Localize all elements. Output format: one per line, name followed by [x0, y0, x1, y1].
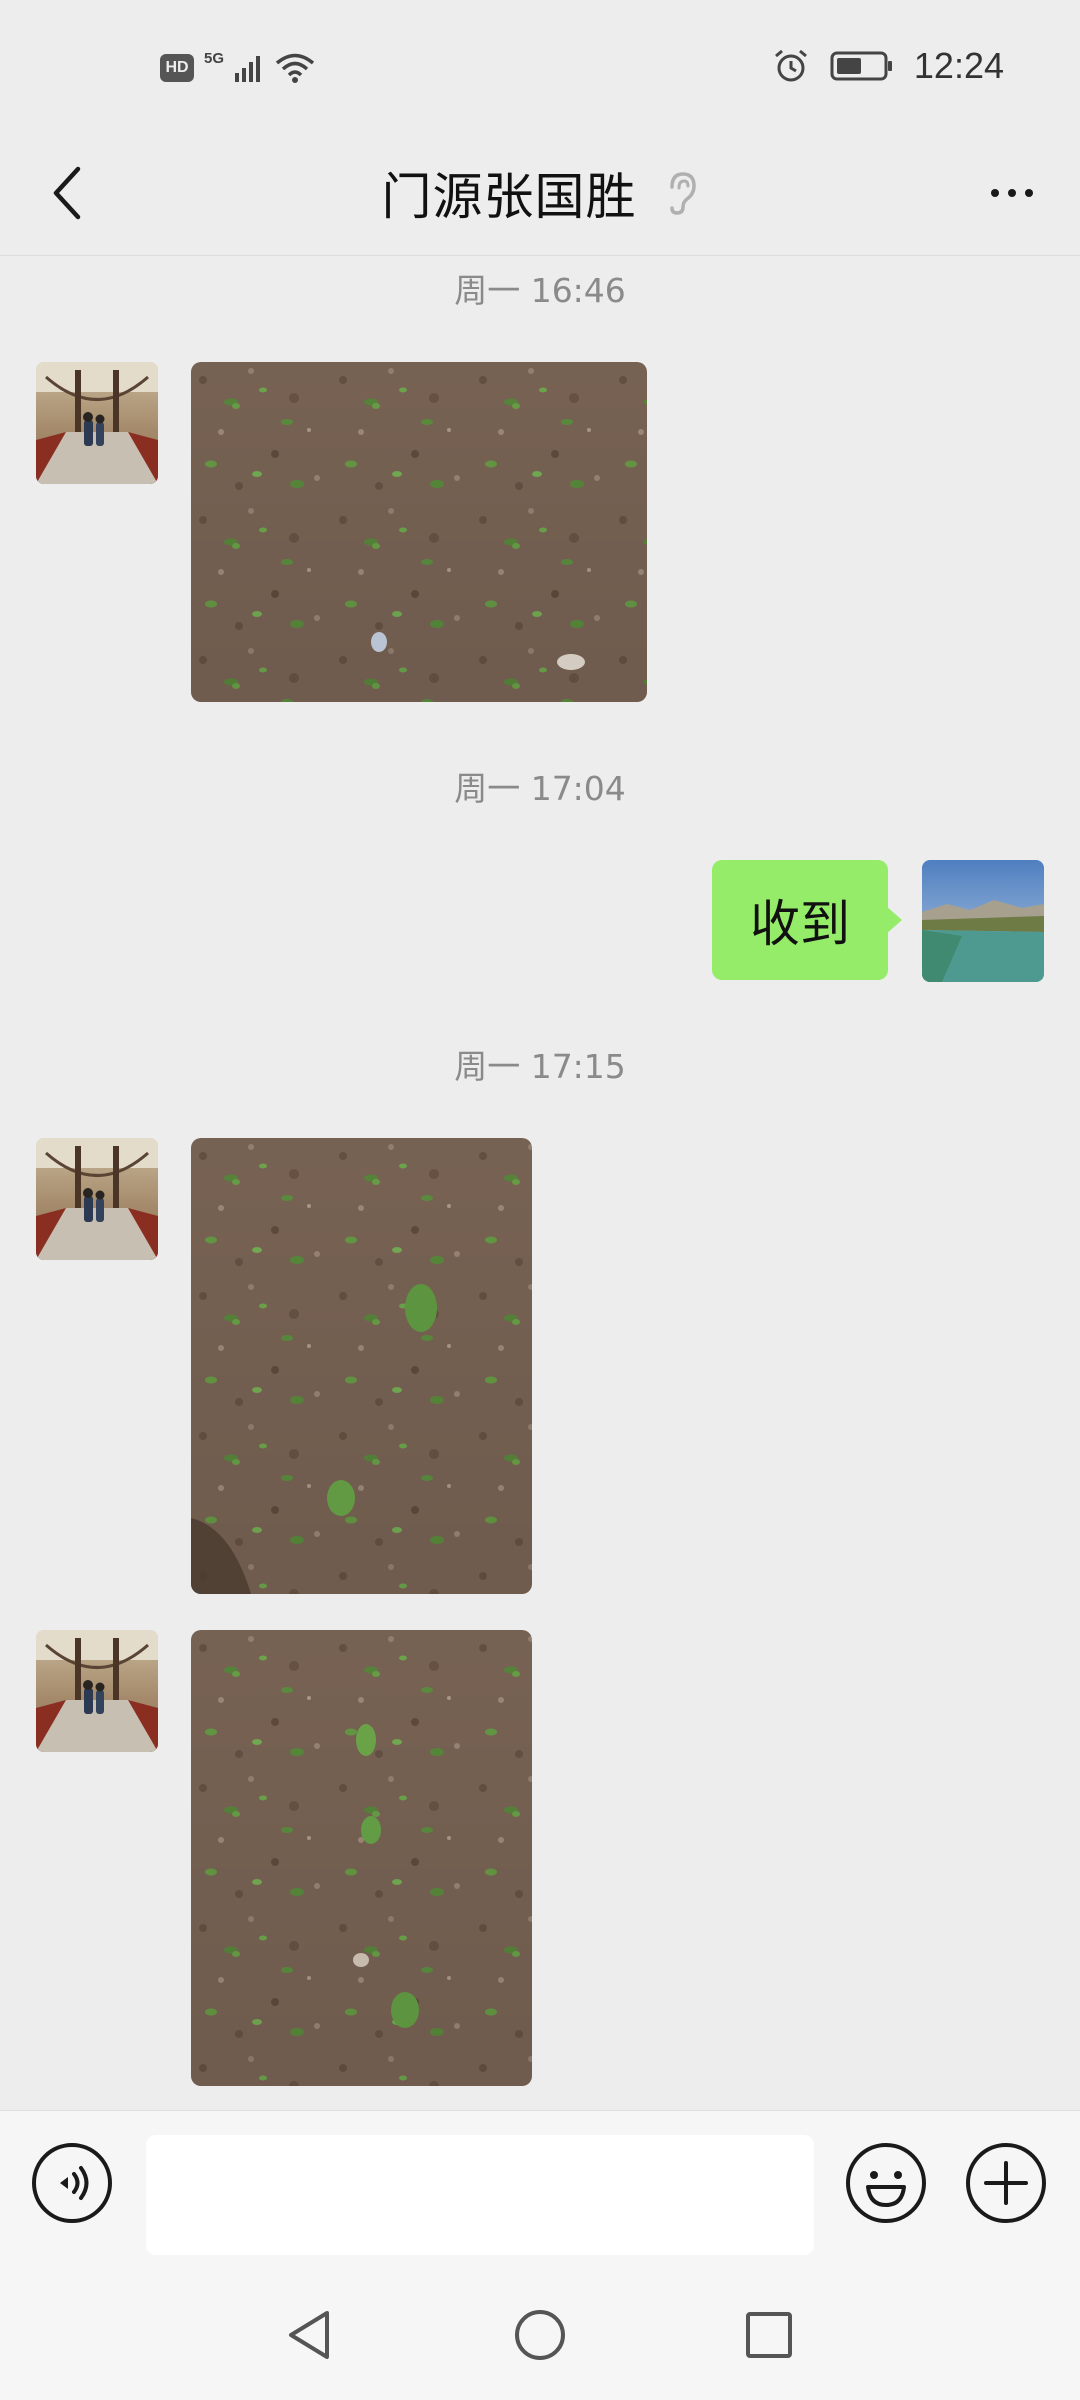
- soil-field-photo: [191, 1630, 532, 2086]
- soil-field-photo: [191, 362, 647, 702]
- status-time: 12:24: [913, 45, 1004, 86]
- wifi-icon: [275, 53, 315, 83]
- more-dot-icon: [1008, 189, 1016, 197]
- contact-avatar[interactable]: [36, 1630, 158, 1752]
- nav-recents-button[interactable]: [734, 2300, 804, 2370]
- timestamp: 周一 16:46: [454, 271, 626, 310]
- nav-back-button[interactable]: [274, 2300, 344, 2370]
- system-nav-bar: [0, 2260, 1080, 2400]
- chat-title-wrap: 门源张国胜: [0, 130, 1080, 256]
- message-text: 收到: [750, 895, 850, 953]
- plus-icon: [966, 2143, 1046, 2223]
- nav-home-icon: [515, 2310, 565, 2360]
- timestamp: 周一 17:04: [454, 769, 626, 808]
- bridge-avatar-image: [36, 362, 158, 484]
- bridge-avatar-image: [36, 1138, 158, 1260]
- battery-icon: [830, 51, 892, 81]
- status-right: 12:24: [772, 44, 1004, 88]
- message-input[interactable]: [146, 2135, 814, 2255]
- self-avatar[interactable]: [922, 860, 1044, 982]
- voice-icon: [32, 2143, 112, 2223]
- voice-input-button[interactable]: [30, 2141, 114, 2225]
- sent-text-bubble[interactable]: 收到: [712, 860, 902, 980]
- contact-avatar[interactable]: [36, 362, 158, 484]
- alarm-icon: [774, 49, 807, 82]
- more-options-button[interactable]: [974, 155, 1050, 231]
- image-message[interactable]: [191, 1630, 532, 2086]
- soil-field-photo: [191, 1138, 532, 1594]
- chat-header: 门源张国胜: [0, 130, 1080, 256]
- chat-title: 门源张国胜: [381, 168, 637, 226]
- nav-recents-icon: [746, 2312, 792, 2358]
- image-message[interactable]: [191, 362, 647, 702]
- status-bar: HD 5G 12:24: [0, 0, 1080, 130]
- nav-back-icon: [289, 2311, 329, 2359]
- emoji-icon: [846, 2143, 926, 2223]
- image-message[interactable]: [191, 1138, 532, 1594]
- status-left: HD 5G: [160, 48, 316, 88]
- signal-icon: [235, 56, 261, 82]
- more-dot-icon: [991, 189, 999, 197]
- emoji-button[interactable]: [844, 2141, 928, 2225]
- more-dot-icon: [1025, 189, 1033, 197]
- network-type-label: 5G: [204, 49, 225, 67]
- bridge-avatar-image: [36, 1630, 158, 1752]
- contact-avatar[interactable]: [36, 1138, 158, 1260]
- more-functions-button[interactable]: [964, 2141, 1048, 2225]
- timestamp: 周一 17:15: [454, 1047, 626, 1086]
- ear-icon: [669, 172, 696, 215]
- input-bar: [0, 2110, 1080, 2260]
- nav-home-button[interactable]: [505, 2300, 575, 2370]
- hd-icon: HD: [160, 54, 194, 82]
- lake-avatar-image: [922, 860, 1044, 982]
